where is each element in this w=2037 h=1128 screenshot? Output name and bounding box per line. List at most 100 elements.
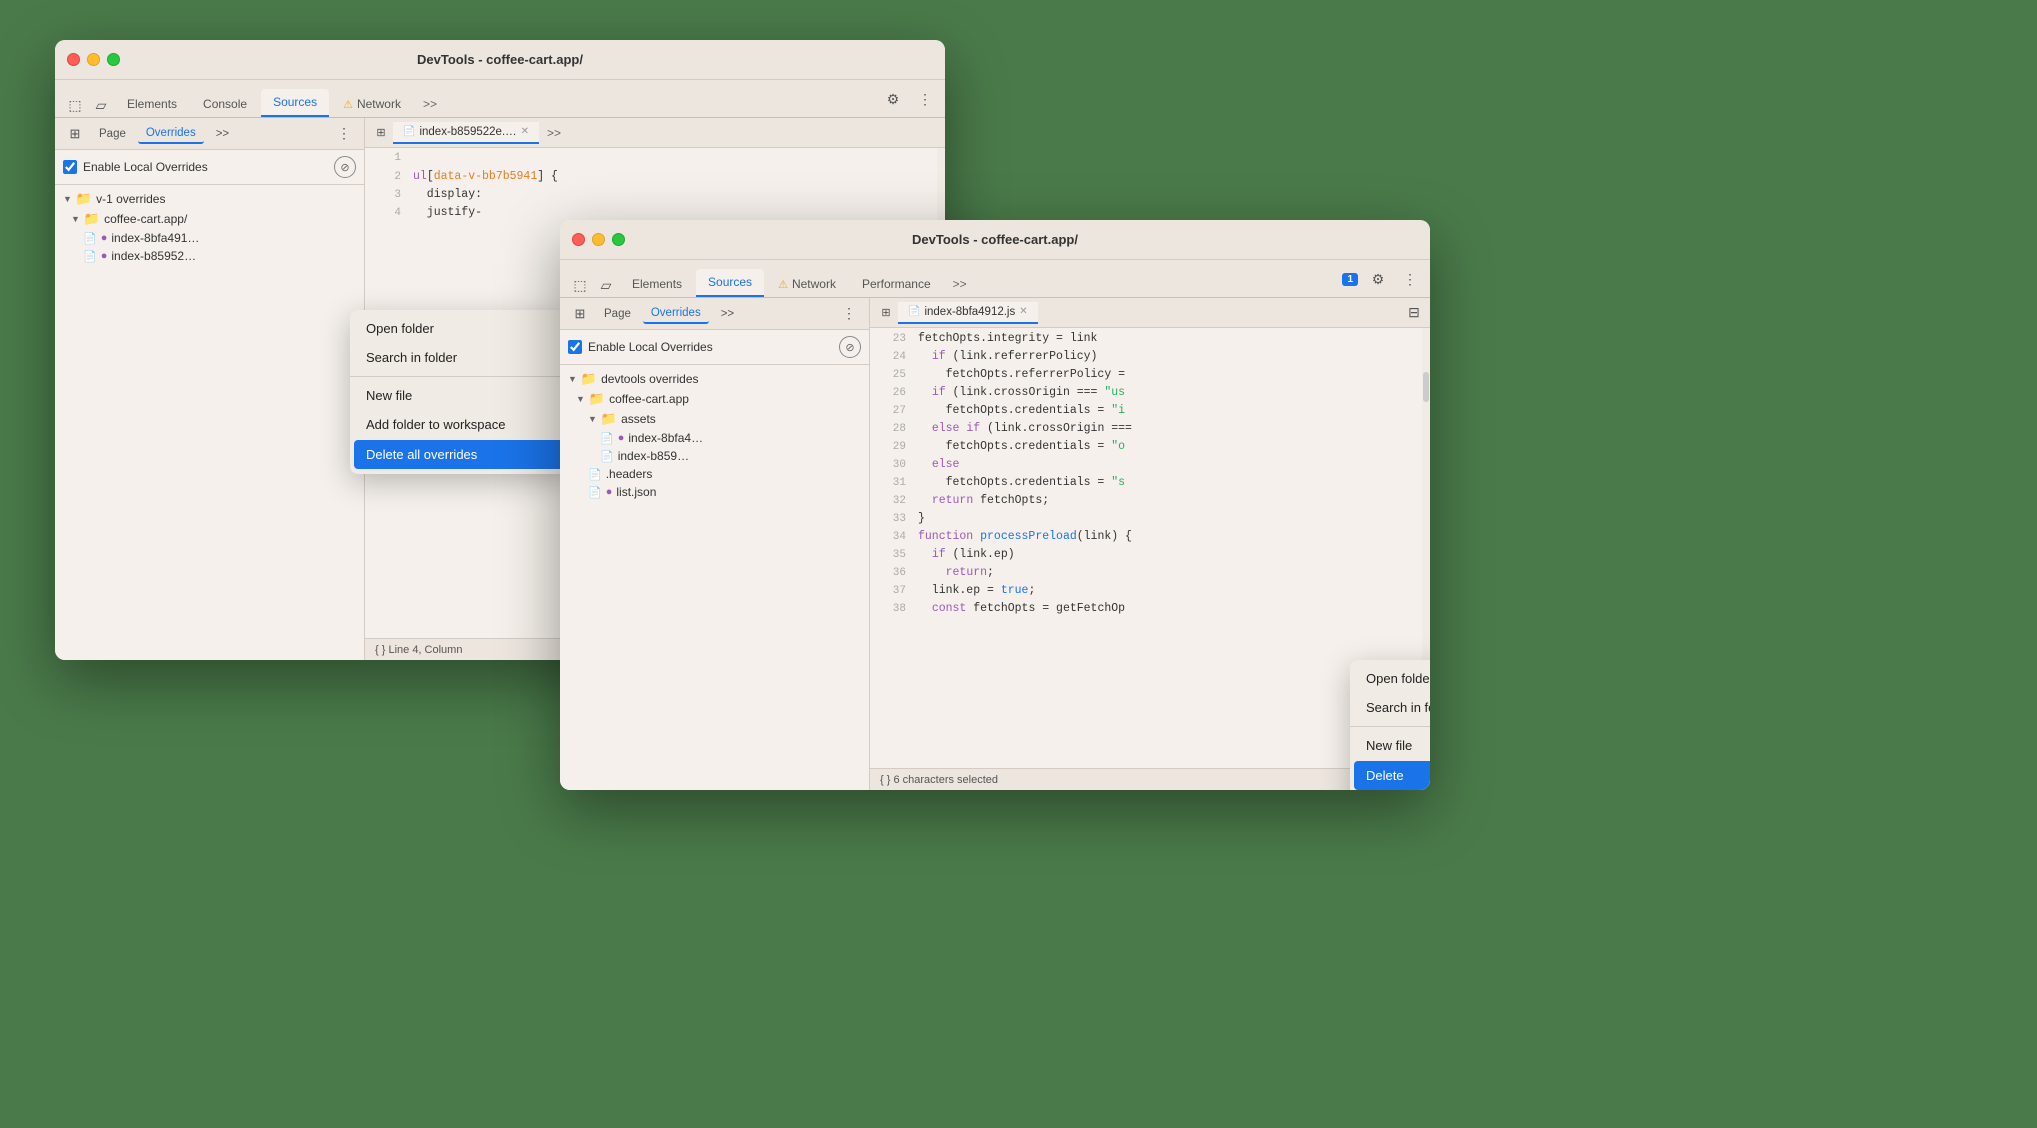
ctx-search-folder-front[interactable]: Search in folder [1350,693,1430,722]
code-line-1: 1 [365,152,945,170]
inspect-icon-front[interactable]: ⬚ [568,273,592,297]
tab-sources-back[interactable]: Sources [261,89,329,117]
ctx-search-folder-back[interactable]: Search in folder [350,343,570,372]
maximize-button-front[interactable] [612,233,625,246]
code-line-27: 27 fetchOpts.credentials = "i [870,404,1430,422]
code-line-36: 36 return; [870,566,1430,584]
code-tab-front[interactable]: 📄 index-8bfa4912.js ✕ [898,302,1038,324]
titlebar-back: DevTools - coffee-cart.app/ [55,40,945,80]
tree-item-headers[interactable]: 📄 .headers [560,465,869,483]
toggle-sidebar-icon-back[interactable]: ⊞ [369,121,393,145]
toggle-editor-icon-front[interactable]: ⊟ [1402,301,1426,325]
context-menu-back: Open folder Search in folder New file Ad… [350,310,570,474]
code-tab-back[interactable]: 📄 index-b859522e.… ✕ [393,122,539,144]
tree-item-index-8bfa-front[interactable]: 📄 ● index-8bfa4… [560,429,869,447]
device-icon[interactable]: ▱ [89,93,113,117]
ctx-delete-overrides-back[interactable]: Delete all overrides [354,440,566,469]
tab-elements-back[interactable]: Elements [115,91,189,117]
dot-purple-icon: ● [101,232,108,244]
sidebar-tab-more-front[interactable]: >> [713,305,742,323]
warning-icon-back: ⚠ [343,98,353,111]
context-menu-front: Open folder Search in folder New file De… [1350,660,1430,790]
tab-performance-front[interactable]: Performance [850,271,943,297]
ctx-delete-front[interactable]: Delete [1354,761,1430,790]
ctx-new-file-back[interactable]: New file [350,381,570,410]
sidebar-tab-more-back[interactable]: >> [208,125,237,143]
close-button-front[interactable] [572,233,585,246]
ctx-open-folder-front[interactable]: Open folder [1350,664,1430,693]
badge-front: 1 [1342,273,1358,286]
code-content-front[interactable]: 23 fetchOpts.integrity = link 24 if (lin… [870,328,1430,768]
more-icon-back[interactable]: ⋮ [913,87,937,111]
settings-icon-front[interactable]: ⚙ [1366,267,1390,291]
window-title-front: DevTools - coffee-cart.app/ [912,232,1078,247]
file-icon-small: 📄 [403,126,415,137]
toggle-sidebar-icon-front[interactable]: ⊞ [874,301,898,325]
sidebar-menu-front[interactable]: ⋮ [837,302,861,326]
tree-item-assets[interactable]: ▼ 📁 assets [560,409,869,429]
tab-more-back[interactable]: >> [415,91,445,117]
minimize-button-back[interactable] [87,53,100,66]
close-button-back[interactable] [67,53,80,66]
sidebar-tab-page-front[interactable]: Page [596,305,639,323]
close-tab-icon-front[interactable]: ✕ [1019,306,1027,317]
folder-icon: 📁 [84,211,100,227]
tab-console-back[interactable]: Console [191,91,259,117]
settings-icon-back[interactable]: ⚙ [881,87,905,111]
tree-item-v1-overrides[interactable]: ▼ 📁 v-1 overrides [55,189,364,209]
chevron-icon: ▼ [71,214,80,224]
file-icon: 📄 [600,432,614,445]
tree-item-coffee-cart-front[interactable]: ▼ 📁 coffee-cart.app [560,389,869,409]
tab-elements-front[interactable]: Elements [620,271,694,297]
tree-item-coffee-cart[interactable]: ▼ 📁 coffee-cart.app/ [55,209,364,229]
chevron-icon: ▼ [568,374,577,384]
sidebar-icon-front[interactable]: ⊞ [568,302,592,326]
tree-item-index-8bfa-back[interactable]: 📄 ● index-8bfa491… [55,229,364,247]
clear-overrides-btn-front[interactable]: ⊘ [839,336,861,358]
close-tab-icon[interactable]: ✕ [521,126,529,137]
ctx-separator-back [350,376,570,377]
more-icon-front[interactable]: ⋮ [1398,267,1422,291]
ctx-add-folder-back[interactable]: Add folder to workspace [350,410,570,439]
enable-overrides-checkbox-back[interactable] [63,160,77,174]
code-line-37: 37 link.ep = true; [870,584,1430,602]
sidebar-actions-back: Enable Local Overrides ⊘ [55,150,364,185]
sidebar-tabs-front: ⊞ Page Overrides >> ⋮ [560,298,869,330]
enable-overrides-label-front[interactable]: Enable Local Overrides [568,340,713,354]
tabbar-front: ⬚ ▱ Elements Sources ⚠ Network Performan… [560,260,1430,298]
tree-item-list-json[interactable]: 📄 ● list.json [560,483,869,501]
sidebar-icon-back[interactable]: ⊞ [63,122,87,146]
tree-item-index-b859-front[interactable]: 📄 index-b859… [560,447,869,465]
code-tab-more-back[interactable]: >> [539,120,569,146]
enable-overrides-checkbox-front[interactable] [568,340,582,354]
sidebar-tab-overrides-back[interactable]: Overrides [138,124,204,144]
device-icon-front[interactable]: ▱ [594,273,618,297]
maximize-button-back[interactable] [107,53,120,66]
tab-more-front[interactable]: >> [945,271,975,297]
file-icon: 📄 [588,486,602,499]
ctx-open-folder-back[interactable]: Open folder [350,314,570,343]
tab-sources-front[interactable]: Sources [696,269,764,297]
tree-item-devtools-overrides[interactable]: ▼ 📁 devtools overrides [560,369,869,389]
inspect-icon[interactable]: ⬚ [63,93,87,117]
code-line-31: 31 fetchOpts.credentials = "s [870,476,1430,494]
tab-network-front[interactable]: ⚠ Network [766,271,848,297]
sidebar-tabs-back: ⊞ Page Overrides >> ⋮ [55,118,364,150]
main-content-front: ⊞ Page Overrides >> ⋮ Enable Local Overr… [560,298,1430,790]
clear-overrides-btn-back[interactable]: ⊘ [334,156,356,178]
minimize-button-front[interactable] [592,233,605,246]
enable-overrides-label-back[interactable]: Enable Local Overrides [63,160,208,174]
chevron-icon: ▼ [63,194,72,204]
code-line-26: 26 if (link.crossOrigin === "us [870,386,1430,404]
ctx-new-file-front[interactable]: New file [1350,731,1430,760]
tree-item-index-b859-back[interactable]: 📄 ● index-b85952… [55,247,364,265]
folder-icon: 📁 [76,191,92,207]
ctx-separator-front [1350,726,1430,727]
warning-icon-front: ⚠ [778,278,788,291]
sidebar-tab-page-back[interactable]: Page [91,125,134,143]
sidebar-tab-overrides-front[interactable]: Overrides [643,304,709,324]
tab-network-back[interactable]: ⚠ Network [331,91,413,117]
sidebar-front: ⊞ Page Overrides >> ⋮ Enable Local Overr… [560,298,870,790]
sidebar-menu-back[interactable]: ⋮ [332,122,356,146]
code-line-2: 2 ul[data-v-bb7b5941] { [365,170,945,188]
